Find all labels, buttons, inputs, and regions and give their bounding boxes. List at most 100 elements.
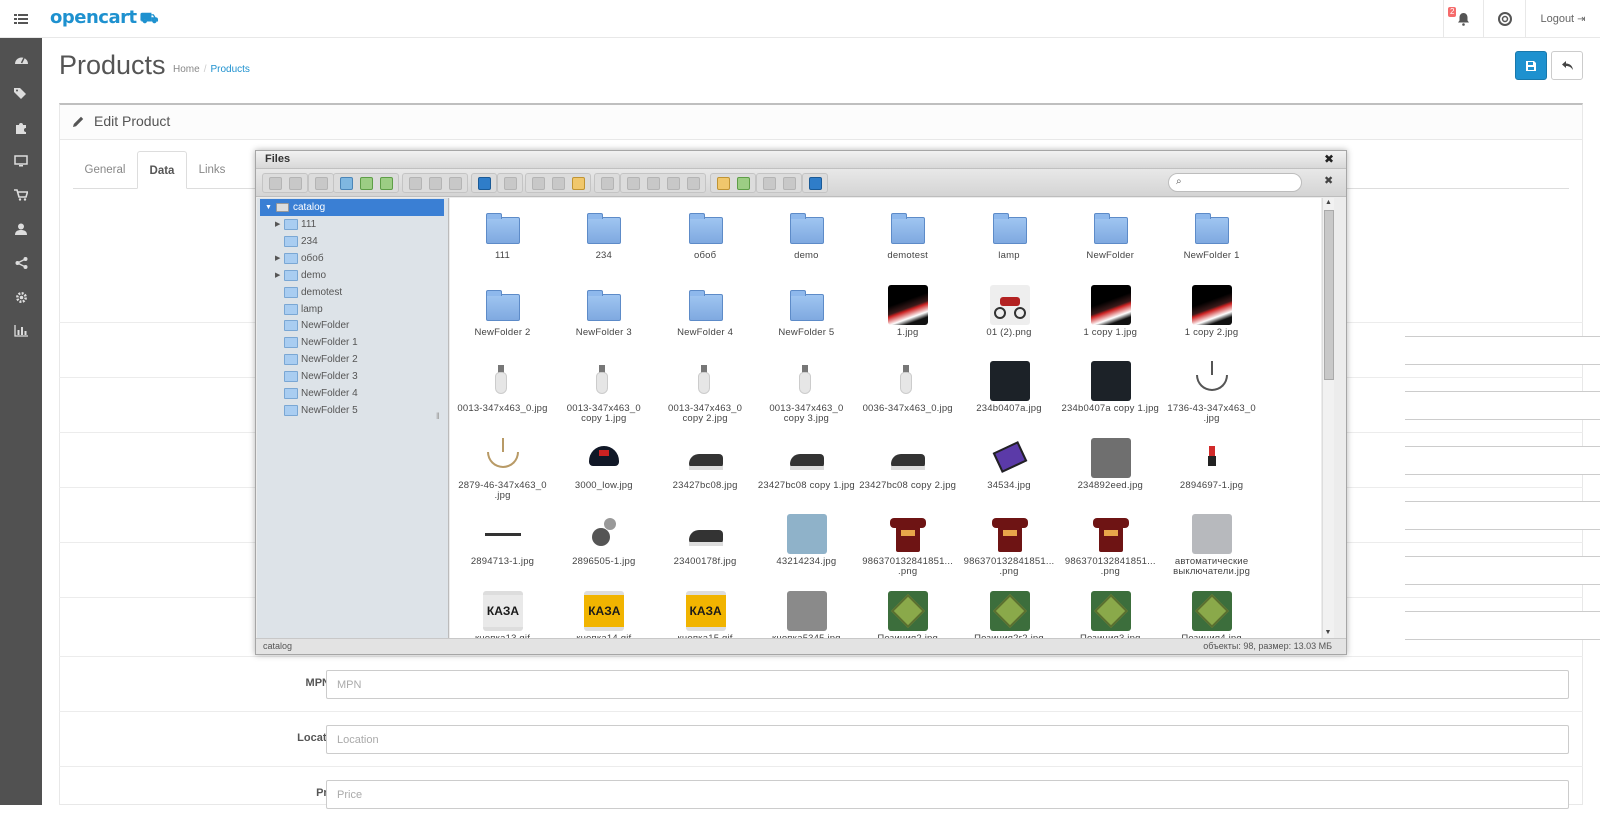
file-item[interactable]: 2896505-1.jpg xyxy=(553,504,654,581)
file-item[interactable]: NewFolder xyxy=(1060,198,1161,275)
collapsed-arrow-icon[interactable]: ▶ xyxy=(275,250,280,267)
select-icon[interactable] xyxy=(446,175,464,191)
file-item[interactable]: автоматические выключатели.jpg xyxy=(1161,504,1262,581)
paste-icon[interactable] xyxy=(569,175,587,191)
cart-icon[interactable] xyxy=(0,178,42,212)
file-item[interactable]: NewFolder 3 xyxy=(553,275,654,352)
copy-icon[interactable] xyxy=(529,175,547,191)
file-item[interactable]: 986370132841851... .png xyxy=(1060,504,1161,581)
file-item[interactable]: Позиция2г2.jpg xyxy=(959,581,1060,638)
file-item[interactable]: 986370132841851... .png xyxy=(959,504,1060,581)
monitor-icon[interactable] xyxy=(0,144,42,178)
file-item[interactable]: КАЗА кнопка14.gif xyxy=(553,581,654,638)
puzzle-icon[interactable] xyxy=(0,110,42,144)
tree-resize-handle[interactable]: ‖ xyxy=(436,411,440,421)
close-icon[interactable]: ✖ xyxy=(1324,152,1334,166)
tab-general[interactable]: General xyxy=(73,151,137,189)
hidden-field-input[interactable] xyxy=(1405,556,1600,585)
tree-item[interactable]: lamp xyxy=(257,301,449,318)
file-item[interactable]: 234892eed.jpg xyxy=(1060,428,1161,505)
file-item[interactable]: 0013-347x463_0 copy 2.jpg xyxy=(655,351,756,428)
tab-data[interactable]: Data xyxy=(137,151,187,189)
file-item[interactable]: 23427bc08 copy 2.jpg xyxy=(857,428,958,505)
file-item[interactable]: 0013-347x463_0 copy 1.jpg xyxy=(553,351,654,428)
file-item[interactable]: обоб xyxy=(655,198,756,275)
file-item[interactable]: 23427bc08.jpg xyxy=(655,428,756,505)
duplicate-icon[interactable] xyxy=(624,175,642,191)
file-item[interactable]: demotest xyxy=(857,198,958,275)
download-icon[interactable] xyxy=(426,175,444,191)
scrollbar-thumb[interactable] xyxy=(1324,210,1334,380)
tree-item[interactable]: ▶ 111 xyxy=(257,216,449,233)
file-item[interactable]: 1 copy 2.jpg xyxy=(1161,275,1262,352)
info-icon[interactable] xyxy=(475,175,493,191)
user-icon[interactable] xyxy=(0,212,42,246)
file-item[interactable]: 1 copy 1.jpg xyxy=(1060,275,1161,352)
open-icon[interactable] xyxy=(406,175,424,191)
help-lifering-icon[interactable] xyxy=(1483,0,1525,38)
file-item[interactable]: КАЗА кнопка15.gif xyxy=(655,581,756,638)
file-item[interactable]: 111 xyxy=(452,198,553,275)
upload-icon[interactable] xyxy=(377,175,395,191)
scroll-down-icon[interactable]: ▼ xyxy=(1323,628,1333,638)
tree-item[interactable]: NewFolder xyxy=(257,317,449,334)
hidden-field-input[interactable] xyxy=(1405,336,1600,365)
file-item[interactable]: NewFolder 5 xyxy=(756,275,857,352)
tags-icon[interactable] xyxy=(0,76,42,110)
file-item[interactable]: 23400178f.jpg xyxy=(655,504,756,581)
tree-item[interactable]: ▶ обоб xyxy=(257,250,449,267)
file-item[interactable]: 2879-46-347x463_0 .jpg xyxy=(452,428,553,505)
hidden-field-input[interactable] xyxy=(1405,391,1600,420)
logout-button[interactable]: Logout ⇥ xyxy=(1525,0,1600,38)
icons-view-icon[interactable] xyxy=(760,175,778,191)
file-item[interactable]: demo xyxy=(756,198,857,275)
file-item[interactable]: 234 xyxy=(553,198,654,275)
file-search-input[interactable]: ⌕ xyxy=(1168,173,1302,192)
tree-item[interactable]: NewFolder 2 xyxy=(257,351,449,368)
location-input[interactable] xyxy=(326,725,1569,754)
notifications-bell-icon[interactable] xyxy=(1443,0,1483,38)
tree-item[interactable]: NewFolder 1 xyxy=(257,334,449,351)
help-icon[interactable] xyxy=(806,175,824,191)
file-item[interactable]: 0036-347x463_0.jpg xyxy=(857,351,958,428)
file-item[interactable]: КАЗА кнопка13.gif xyxy=(452,581,553,638)
file-item[interactable]: 2894697-1.jpg xyxy=(1161,428,1262,505)
menu-toggle-icon[interactable] xyxy=(0,0,42,38)
archive-icon[interactable] xyxy=(734,175,752,191)
file-item[interactable]: 234b0407a copy 1.jpg xyxy=(1060,351,1161,428)
file-item[interactable]: NewFolder 2 xyxy=(452,275,553,352)
resize-icon[interactable] xyxy=(684,175,702,191)
scroll-up-icon[interactable]: ▲ xyxy=(1323,198,1334,208)
file-item[interactable]: 01 (2).png xyxy=(959,275,1060,352)
new-folder-icon[interactable] xyxy=(337,175,355,191)
tree-item[interactable]: ▶ demo xyxy=(257,267,449,284)
hidden-field-input[interactable] xyxy=(1405,611,1600,640)
rename-icon[interactable] xyxy=(644,175,662,191)
file-item[interactable]: 3000_low.jpg xyxy=(553,428,654,505)
forward-arrow-icon[interactable] xyxy=(286,175,304,191)
file-item[interactable]: 0013-347x463_0.jpg xyxy=(452,351,553,428)
breadcrumb-home-link[interactable]: Home xyxy=(173,64,200,75)
tree-item[interactable]: demotest xyxy=(257,284,449,301)
new-file-icon[interactable] xyxy=(357,175,375,191)
tree-item-catalog[interactable]: ▼ catalog xyxy=(260,199,444,216)
up-folder-icon[interactable] xyxy=(312,175,330,191)
file-item[interactable]: Позиция2.jpg xyxy=(857,581,958,638)
dialog-titlebar[interactable]: Files ✖ xyxy=(256,151,1346,169)
cog-icon[interactable] xyxy=(0,280,42,314)
preview-eye-icon[interactable] xyxy=(501,175,519,191)
opencart-logo[interactable]: opencart ⛟ xyxy=(50,7,158,29)
file-item[interactable]: 2894713-1.jpg xyxy=(452,504,553,581)
file-item[interactable]: 43214234.jpg xyxy=(756,504,857,581)
file-item[interactable]: 234b0407a.jpg xyxy=(959,351,1060,428)
file-item[interactable]: NewFolder 1 xyxy=(1161,198,1262,275)
back-arrow-icon[interactable] xyxy=(266,175,284,191)
file-item[interactable]: lamp xyxy=(959,198,1060,275)
breadcrumb-products-link[interactable]: Products xyxy=(210,64,249,75)
file-item[interactable]: 34534.jpg xyxy=(959,428,1060,505)
file-grid-scrollbar[interactable]: ▲ ▼ xyxy=(1322,198,1334,638)
file-item[interactable]: Позиция4.jpg xyxy=(1161,581,1262,638)
file-item[interactable]: кнопка5345.jpg xyxy=(756,581,857,638)
mpn-input[interactable] xyxy=(326,670,1569,699)
save-button[interactable] xyxy=(1515,51,1547,80)
